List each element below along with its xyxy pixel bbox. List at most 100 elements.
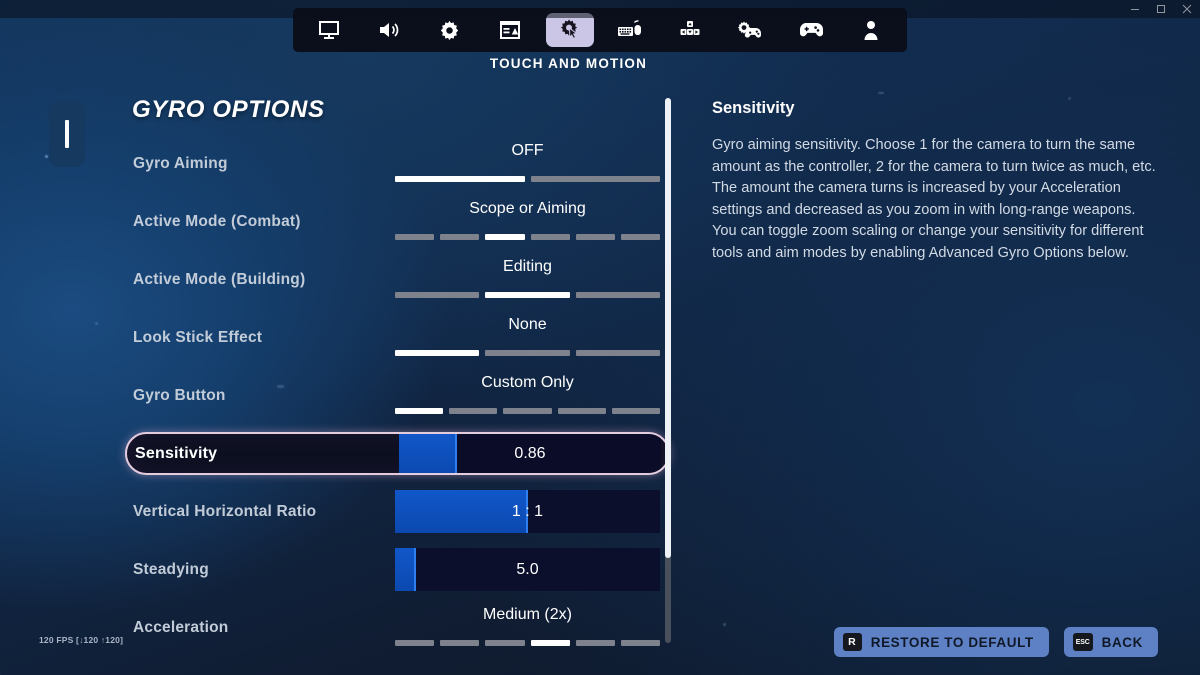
scrollbar-track[interactable]	[665, 98, 671, 643]
option-segment[interactable]	[395, 234, 435, 240]
option-segment[interactable]	[620, 640, 661, 646]
option-segment[interactable]	[530, 234, 570, 240]
setting-row[interactable]: Acceleration Medium (2x)	[125, 606, 670, 649]
option-value: Medium (2x)	[483, 606, 572, 623]
button-label: BACK	[1101, 634, 1143, 650]
setting-row[interactable]: Active Mode (Building) Editing	[125, 258, 670, 301]
tab-audio[interactable]	[365, 13, 413, 47]
option-selector[interactable]: OFF	[395, 142, 660, 185]
option-segment[interactable]	[395, 408, 444, 414]
button-label: RESTORE TO DEFAULT	[870, 634, 1034, 650]
option-selector[interactable]: Medium (2x)	[395, 606, 661, 649]
tab-brightness-ui[interactable]	[486, 13, 534, 47]
tab-video[interactable]	[305, 13, 353, 47]
tab-controller-options[interactable]	[726, 13, 774, 47]
setting-label: Steadying	[133, 560, 209, 578]
option-segments	[395, 234, 661, 240]
option-segment[interactable]	[530, 640, 570, 646]
option-segment[interactable]	[485, 350, 570, 356]
option-value: OFF	[511, 142, 544, 159]
option-segment[interactable]	[503, 408, 552, 414]
setting-label: Gyro Aiming	[133, 154, 228, 172]
option-segments	[395, 350, 660, 356]
tab-caption: TOUCH AND MOTION	[489, 56, 648, 71]
tab-touch-and-motion[interactable]	[545, 13, 594, 47]
option-value: Editing	[503, 258, 552, 275]
slider-value: 0.86	[514, 444, 546, 462]
option-segment[interactable]	[395, 350, 480, 356]
setting-row[interactable]: Look Stick Effect None	[125, 316, 670, 359]
setting-label: Sensitivity	[135, 444, 218, 462]
description-title: Sensitivity	[712, 99, 795, 117]
setting-row[interactable]: Gyro Aiming OFF	[125, 142, 670, 185]
description-panel: Sensitivity Gyro aiming sensitivity. Cho…	[712, 99, 1162, 264]
key-hint: ESC	[1072, 633, 1093, 651]
option-selector[interactable]: Custom Only	[395, 374, 661, 417]
option-segment[interactable]	[557, 408, 606, 414]
setting-row[interactable]: Vertical Horizontal Ratio 1 : 1	[125, 490, 670, 533]
setting-label: Active Mode (Building)	[133, 270, 306, 288]
option-segments	[395, 640, 661, 646]
setting-label: Active Mode (Combat)	[133, 212, 301, 230]
option-selector[interactable]: None	[395, 316, 660, 359]
option-selector[interactable]: Editing	[395, 258, 660, 301]
value-slider[interactable]: 0.86	[399, 434, 661, 473]
key-hint: R	[842, 633, 862, 651]
page-title: GYRO OPTIONS	[132, 96, 325, 123]
value-slider[interactable]: 5.0	[395, 548, 660, 591]
option-segment[interactable]	[395, 640, 435, 646]
option-segment[interactable]	[575, 234, 615, 240]
settings-panel: GYRO OPTIONS Gyro Aiming OFF Active Mode (…	[125, 96, 670, 656]
setting-row[interactable]: Active Mode (Combat) Scope or Aiming	[125, 200, 670, 243]
tab-controller-binds[interactable]	[787, 13, 835, 47]
option-segment[interactable]	[440, 640, 480, 646]
option-segment[interactable]	[575, 292, 660, 298]
setting-label: Acceleration	[133, 618, 229, 636]
tab-account[interactable]	[847, 13, 895, 47]
setting-row[interactable]: Sensitivity 0.86	[125, 432, 670, 475]
page-indicator-pill[interactable]	[49, 101, 85, 167]
scrollbar-thumb[interactable]	[665, 98, 671, 558]
option-value: Custom Only	[481, 374, 574, 391]
option-segment[interactable]	[395, 292, 480, 298]
option-segment[interactable]	[611, 408, 661, 414]
minimize-icon[interactable]	[1122, 0, 1148, 18]
setting-row[interactable]: Gyro Button Custom Only	[125, 374, 670, 417]
option-segment[interactable]	[485, 640, 525, 646]
maximize-icon[interactable]	[1148, 0, 1174, 18]
back-button[interactable]: ESC BACK	[1063, 627, 1158, 657]
option-segment[interactable]	[395, 176, 525, 182]
slider-value: 5.0	[516, 560, 539, 578]
close-icon[interactable]	[1174, 0, 1200, 18]
fps-counter: 120 FPS [↓120 ↑120]	[39, 635, 124, 645]
option-segment[interactable]	[575, 350, 660, 356]
option-selector[interactable]: Scope or Aiming	[395, 200, 661, 243]
option-segment[interactable]	[440, 234, 480, 240]
window-titlebar	[0, 0, 1200, 18]
tab-game[interactable]	[425, 13, 473, 47]
option-value: Scope or Aiming	[469, 200, 586, 217]
option-segments	[395, 408, 661, 414]
tab-keyboard-controls[interactable]	[666, 13, 714, 47]
option-value: None	[508, 316, 547, 333]
setting-label: Gyro Button	[133, 386, 226, 404]
page-indicator-bar	[65, 120, 69, 148]
option-segment[interactable]	[485, 292, 570, 298]
value-slider[interactable]: 1 : 1	[395, 490, 660, 533]
tab-keyboard-mouse[interactable]	[606, 13, 654, 47]
option-segment[interactable]	[449, 408, 498, 414]
slider-value: 1 : 1	[511, 502, 544, 520]
option-segments	[395, 292, 660, 298]
description-body: Gyro aiming sensitivity. Choose 1 for th…	[712, 137, 1156, 261]
option-segment[interactable]	[620, 234, 661, 240]
restore-to-default-button[interactable]: R RESTORE TO DEFAULT	[833, 627, 1049, 657]
settings-rows: Gyro Aiming OFF Active Mode (Combat) Scope …	[125, 142, 670, 649]
option-segment[interactable]	[485, 234, 525, 240]
setting-row[interactable]: Steadying 5.0	[125, 548, 670, 591]
setting-label: Look Stick Effect	[133, 328, 263, 346]
option-segment[interactable]	[530, 176, 660, 182]
footer-button-row: R RESTORE TO DEFAULT ESC BACK	[833, 627, 1158, 657]
option-segments	[395, 176, 660, 182]
setting-label: Vertical Horizontal Ratio	[133, 502, 317, 520]
option-segment[interactable]	[575, 640, 615, 646]
